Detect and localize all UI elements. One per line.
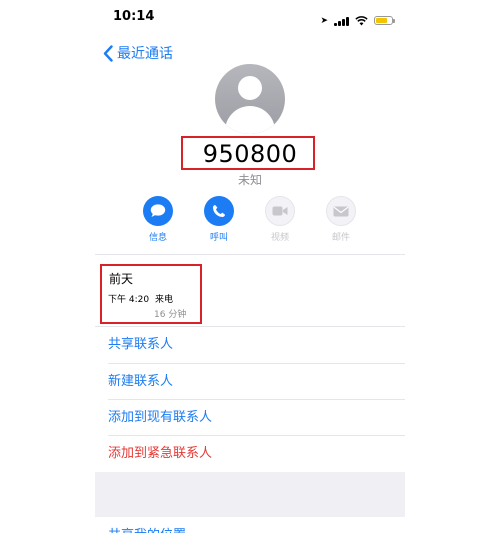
new-contact-button[interactable]: 新建联系人: [108, 364, 405, 400]
recent-type: 来电: [155, 295, 174, 305]
call-button[interactable]: 呼叫: [203, 196, 235, 243]
message-label: 信息: [148, 233, 167, 243]
call-label: 呼叫: [209, 233, 228, 243]
mail-icon: [333, 206, 349, 216]
action-bar: 信息 呼叫 视频 邮件: [142, 196, 357, 243]
signal-icon: [334, 16, 349, 26]
video-icon: [272, 206, 288, 216]
divider: [95, 254, 405, 255]
video-label: 视频: [270, 233, 289, 243]
number-highlight-box: [181, 136, 315, 170]
location-arrow-icon: ➤: [320, 15, 328, 26]
share-contact-button[interactable]: 共享联系人: [108, 327, 405, 363]
section-separator: [95, 472, 405, 517]
recent-day: 前天: [109, 272, 134, 286]
mail-label: 邮件: [331, 233, 350, 243]
battery-icon: [374, 16, 395, 25]
contact-subtitle: 未知: [237, 173, 262, 187]
status-icons: ➤: [320, 11, 395, 30]
wifi-icon: [355, 11, 368, 30]
share-location-button[interactable]: 共享我的位置: [108, 524, 186, 533]
phone-icon: [213, 205, 225, 217]
video-button[interactable]: 视频: [264, 196, 296, 243]
chevron-left-icon: [103, 44, 113, 62]
recent-duration: 16 分钟: [154, 310, 187, 320]
message-icon: [150, 204, 166, 217]
avatar: [215, 64, 285, 134]
status-time: 10:14: [113, 9, 155, 24]
add-to-existing-contact-button[interactable]: 添加到现有联系人: [108, 400, 405, 436]
back-button[interactable]: 最近通话: [103, 43, 173, 63]
add-to-emergency-contact-button[interactable]: 添加到紧急联系人: [108, 436, 405, 472]
mail-button[interactable]: 邮件: [325, 196, 357, 243]
recent-time: 下午 4:20: [108, 295, 150, 305]
back-label: 最近通话: [117, 46, 173, 62]
phone-screen: 10:14 ➤ 最近通话 950800 未知 信息 呼叫 视频 邮件 前天 下午…: [95, 0, 405, 533]
message-button[interactable]: 信息: [142, 196, 174, 243]
